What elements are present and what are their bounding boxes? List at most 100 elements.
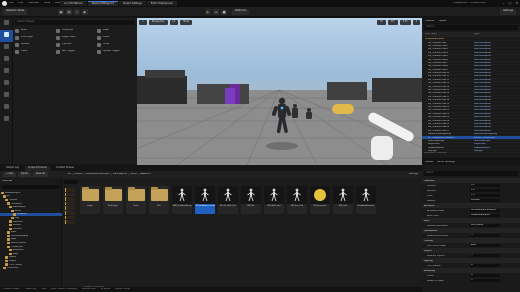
status-cmd[interactable]: Cmd	[41, 288, 46, 290]
place-item-cone[interactable]: Cone	[97, 42, 135, 47]
minimize-icon[interactable]: –	[503, 1, 505, 5]
save-icon[interactable]: ▣	[58, 9, 64, 15]
content-browser-settings-button[interactable]: Settings	[409, 173, 418, 175]
asset-tile[interactable]: Jumps	[80, 186, 100, 214]
show-button[interactable]: Show	[180, 20, 193, 25]
tab-layers[interactable]: Layers	[439, 20, 447, 22]
status-derived-data[interactable]: Derived Data	[82, 288, 96, 290]
cinematics-icon[interactable]: ▶	[82, 9, 88, 15]
stop-icon[interactable]: ■	[221, 9, 227, 15]
property-value[interactable]: ☐	[470, 233, 500, 238]
viewport-menu-button[interactable]: ≡	[139, 20, 147, 25]
breadcrumb-item[interactable]: All	[68, 173, 71, 175]
import-button[interactable]: Import	[17, 172, 32, 177]
scale-snap-button[interactable]: 0.25	[399, 20, 411, 25]
settings-button[interactable]: Settings	[500, 9, 516, 15]
tree-item-collections[interactable]: Collections	[0, 266, 62, 270]
outliner-search-input[interactable]: Search...	[424, 25, 518, 30]
menu-edit[interactable]: Edit	[18, 2, 23, 5]
platforms-dropdown[interactable]: Platforms	[232, 9, 250, 15]
place-item-cylinder[interactable]: Cylinder	[56, 42, 94, 47]
asset-tile[interactable]: SK_Mannequin	[310, 186, 330, 214]
tab-output-log[interactable]: Output Log	[3, 166, 22, 171]
asset-tile[interactable]: NewAnimBlueprint	[356, 186, 376, 214]
asset-tile[interactable]: BS_Idle_Walk_Run	[218, 186, 238, 214]
tab-world-settings[interactable]: World Settings	[437, 161, 454, 163]
place-item-player-start[interactable]: Player Start	[56, 35, 94, 40]
property-value[interactable]: SKM_Manny	[470, 223, 500, 228]
status-content-drawer[interactable]: Content Drawer	[3, 288, 20, 290]
menu-window[interactable]: Window	[28, 2, 38, 5]
perspective-button[interactable]: Perspective	[148, 20, 168, 25]
breadcrumb-item[interactable]: Content	[74, 173, 83, 175]
place-item-sphere[interactable]: Sphere	[15, 42, 53, 47]
maximize-icon[interactable]: ▢	[508, 1, 511, 5]
property-value[interactable]: Auto	[470, 243, 500, 248]
place-item-box-trigger[interactable]: Box Trigger	[56, 49, 94, 54]
asset-tile[interactable]: MM_Walk_Fwd	[264, 186, 284, 214]
doc-tab-project-settings[interactable]: Project Settings	[119, 1, 146, 6]
tab-content-drawer[interactable]: Content Drawer	[53, 166, 77, 171]
mode-landscape[interactable]: Landscape	[0, 42, 13, 54]
filter-chip[interactable]	[65, 201, 75, 206]
filter-chip[interactable]	[65, 197, 75, 201]
rotation-snap-button[interactable]: 10°	[387, 20, 398, 25]
tab-outliner[interactable]: Outliner	[425, 20, 435, 22]
place-item-point-light[interactable]: Point Light	[15, 35, 53, 40]
place-item-plane[interactable]: Plane	[15, 49, 53, 54]
property-value[interactable]: 0.0°	[470, 188, 500, 193]
tab-details[interactable]: Details	[425, 161, 433, 163]
play-icon[interactable]: ▶	[205, 9, 211, 15]
filter-chip[interactable]	[65, 215, 75, 220]
place-item-character[interactable]: Character	[56, 28, 94, 33]
filter-search-input[interactable]	[64, 180, 78, 184]
lit-button[interactable]: Lit	[169, 20, 179, 25]
asset-tile[interactable]: MM_Idle	[241, 186, 261, 214]
asset-tile[interactable]: MM_Run_Fwd	[287, 186, 307, 214]
breadcrumb-item[interactable]: Anims	[130, 173, 137, 175]
breadcrumb-item[interactable]: NewAnim	[140, 173, 151, 175]
save-all-button[interactable]: Save All	[33, 172, 48, 177]
mode-brush[interactable]: Brush	[0, 90, 13, 102]
tab-content-browser[interactable]: Content Browser	[24, 165, 50, 171]
mode-animation[interactable]: Animation	[0, 102, 13, 114]
property-value[interactable]: ☑	[470, 263, 500, 268]
selection-mode-dropdown[interactable]: Selection Mode	[3, 9, 28, 15]
unreal-logo-icon[interactable]	[2, 1, 7, 6]
asset-tile[interactable]: StrafeTypes	[103, 186, 123, 214]
asset-tile[interactable]: MM_Land	[333, 186, 353, 214]
doc-tab-editor-preferences[interactable]: Editor Preferences	[146, 1, 177, 6]
mode-fracture[interactable]: Fracture	[0, 78, 13, 90]
property-value[interactable]: Movable	[470, 198, 500, 203]
status-all-saved[interactable]: All Saved	[101, 288, 111, 290]
blueprint-icon[interactable]: ◇	[74, 9, 80, 15]
camera-speed-button[interactable]: 4	[412, 20, 420, 25]
status-enter-console-command[interactable]: Enter Console Command	[51, 288, 77, 290]
column-item-label[interactable]: Item Label	[422, 33, 474, 35]
asset-tile[interactable]: Pistol	[126, 186, 146, 214]
mode-place[interactable]: Place	[0, 30, 13, 42]
grid-snap-button[interactable]: 10	[377, 20, 386, 25]
mode-modeling[interactable]: Modeling	[0, 114, 13, 126]
place-actors-search-input[interactable]: Search Classes	[15, 20, 135, 25]
menu-file[interactable]: File	[9, 2, 13, 5]
mode-mesh[interactable]: Mesh	[0, 66, 13, 78]
filter-chip[interactable]	[65, 188, 75, 192]
mode-foliage[interactable]: Foliage	[0, 54, 13, 66]
filter-chip[interactable]	[65, 206, 75, 210]
favorites-header[interactable]: Favorites	[2, 180, 12, 182]
asset-tile[interactable]: ABP_NewAnimBlueprint	[172, 186, 192, 214]
filter-chip[interactable]	[65, 220, 75, 224]
property-value[interactable]: ☑	[470, 273, 500, 278]
place-item-actor[interactable]: Actor	[15, 28, 53, 33]
status-source-control[interactable]: Source Control	[115, 288, 130, 290]
add-button[interactable]: + Add	[3, 172, 16, 177]
place-item-sphere-trigger[interactable]: Sphere Trigger	[97, 49, 135, 54]
filter-chip[interactable]	[65, 192, 75, 197]
breadcrumb-item[interactable]: MixamoAnimsProject	[86, 173, 110, 175]
filter-chip[interactable]	[65, 210, 75, 215]
mode-select[interactable]: Select	[0, 18, 13, 30]
property-value[interactable]: 0.0	[470, 183, 500, 188]
menu-tools[interactable]: Tools	[44, 2, 50, 5]
property-value[interactable]: ☐	[470, 278, 500, 283]
